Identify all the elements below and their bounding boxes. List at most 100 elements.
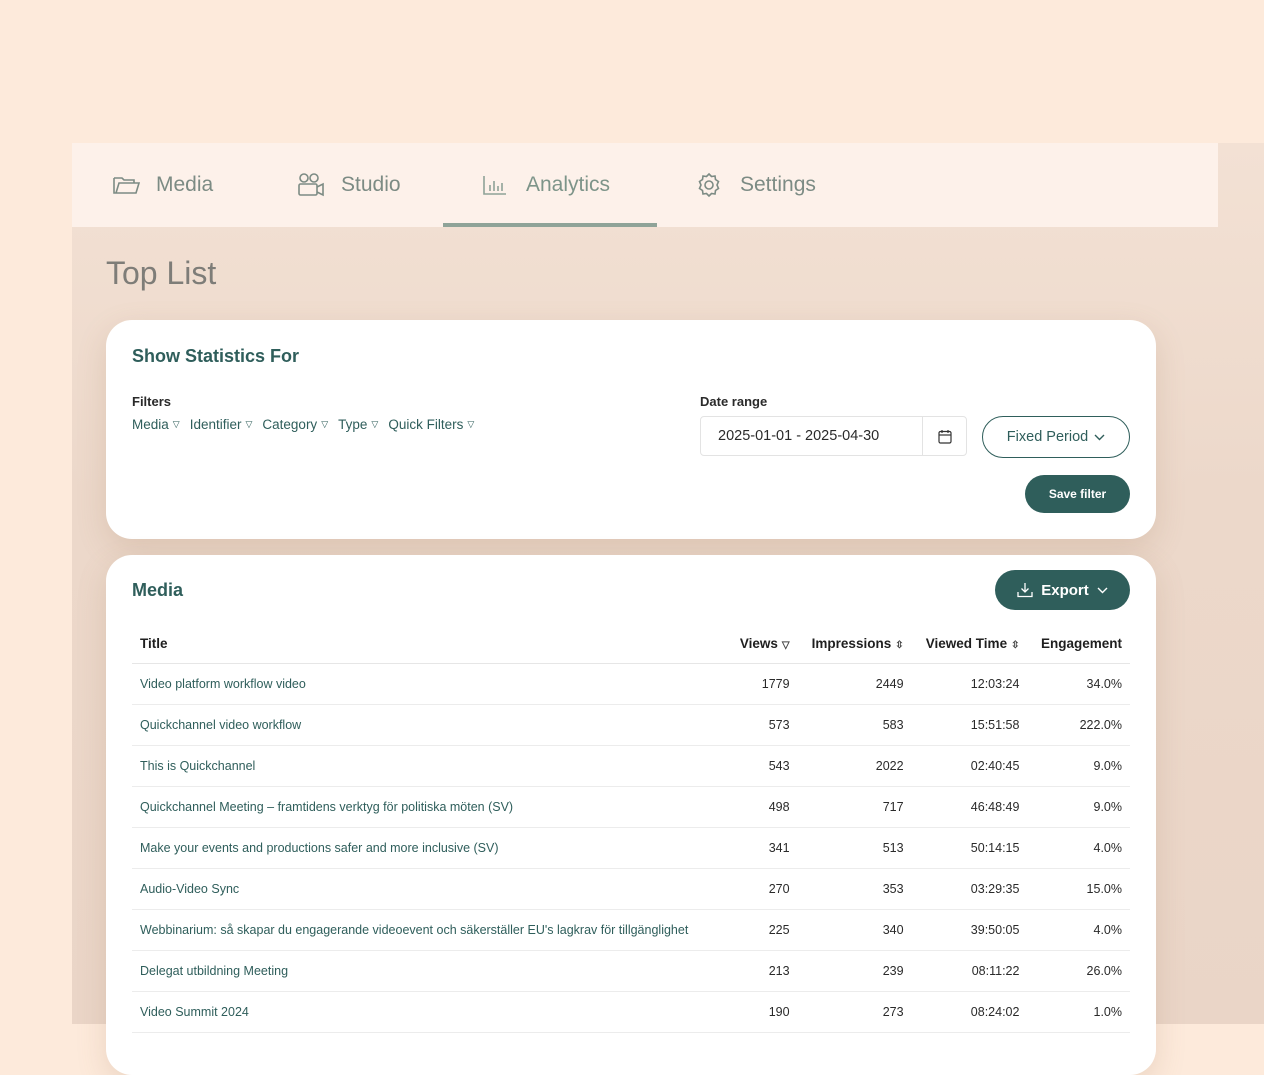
save-filter-button[interactable]: Save filter <box>1025 475 1130 513</box>
media-table-body: Video platform workflow video 1779 2449 12:… <box>132 663 1130 1033</box>
table-row: Quickchannel video workflow 573 583 15:51:5… <box>132 704 1130 746</box>
table-row: Make your events and productions safer a… <box>132 827 1130 869</box>
cell-views: 213 <box>728 950 798 992</box>
cell-title[interactable]: Audio-Video Sync <box>132 868 729 910</box>
column-header-impressions[interactable]: Impressions ⇳ <box>797 623 912 664</box>
cell-viewed-time: 02:40:45 <box>911 745 1028 787</box>
date-range-input[interactable]: 2025-01-01 - 2025-04-30 <box>700 416 967 456</box>
nav-tab-studio-label: Studio <box>341 173 401 196</box>
triangle-down-icon: ▽ <box>172 419 180 429</box>
chevron-down-icon <box>1094 434 1105 440</box>
cell-title[interactable]: Quickchannel video workflow <box>132 704 729 746</box>
filter-quick-filters[interactable]: Quick Filters ▽ <box>388 417 474 432</box>
media-card-title: Media <box>132 580 184 600</box>
cell-engagement: 15.0% <box>1027 868 1130 910</box>
top-nav: Media Studio Analytics Settings <box>72 143 1218 227</box>
nav-tab-media[interactable]: Media <box>112 143 213 227</box>
table-row: Video Summit 2024 190 273 08:24:02 1.0% <box>132 991 1130 1033</box>
sort-both-icon: ⇳ <box>1011 639 1020 651</box>
app-frame: Media Studio Analytics Settings Top List… <box>72 143 1264 1075</box>
video-camera-icon <box>297 172 327 198</box>
column-header-viewed-time[interactable]: Viewed Time ⇳ <box>911 623 1028 664</box>
table-row: This is Quickchannel 543 2022 02:40:45 9.0% <box>132 745 1130 787</box>
statistics-filter-card: Show Statistics For Filters Media ▽ Ident… <box>106 320 1156 539</box>
nav-tab-settings-label: Settings <box>740 173 816 196</box>
filter-media[interactable]: Media ▽ <box>132 417 180 432</box>
cell-viewed-time: 46:48:49 <box>911 786 1028 828</box>
column-header-engagement: Engagement <box>1027 623 1130 664</box>
date-range-label: Date range <box>700 394 768 409</box>
cell-viewed-time: 50:14:15 <box>911 827 1028 869</box>
filter-identifier-label: Identifier <box>189 417 242 432</box>
cell-title[interactable]: Webbinarium: så skapar du engagerande vi… <box>132 909 729 951</box>
filter-identifier[interactable]: Identifier ▽ <box>190 417 253 432</box>
cell-title[interactable]: Video platform workflow video <box>132 663 729 705</box>
cell-views: 498 <box>728 786 798 828</box>
cell-viewed-time: 03:29:35 <box>911 868 1028 910</box>
sort-both-icon: ⇳ <box>895 639 904 651</box>
gear-icon <box>696 172 726 198</box>
cell-engagement: 34.0% <box>1027 663 1130 705</box>
media-table: Title Views ▽ Impressions ⇳ Viewed Time ⇳ E… <box>132 623 1130 1033</box>
cell-views: 1779 <box>728 663 798 705</box>
nav-tab-analytics[interactable]: Analytics <box>482 143 610 227</box>
statistics-card-title: Show Statistics For <box>132 346 300 366</box>
cell-title[interactable]: Make your events and productions safer a… <box>132 827 729 869</box>
nav-tab-studio[interactable]: Studio <box>297 143 401 227</box>
download-icon <box>1017 583 1033 598</box>
export-button[interactable]: Export <box>995 570 1130 610</box>
cell-views: 573 <box>728 704 798 746</box>
table-row: Video platform workflow video 1779 2449 12:… <box>132 663 1130 705</box>
table-row: Webbinarium: så skapar du engagerande vi… <box>132 909 1130 951</box>
triangle-down-icon: ▽ <box>467 419 475 429</box>
column-header-title: Title <box>132 623 729 664</box>
triangle-down-icon: ▽ <box>321 419 329 429</box>
media-card: Media Export Title Views ▽ Impressions ⇳ V… <box>106 555 1156 1075</box>
filter-quick-filters-label: Quick Filters <box>388 417 464 432</box>
cell-engagement: 9.0% <box>1027 745 1130 787</box>
cell-viewed-time: 12:03:24 <box>911 663 1028 705</box>
cell-impressions: 717 <box>797 786 912 828</box>
cell-views: 341 <box>728 827 798 869</box>
cell-engagement: 1.0% <box>1027 991 1130 1033</box>
cell-viewed-time: 08:24:02 <box>911 991 1028 1033</box>
table-header-row: Title Views ▽ Impressions ⇳ Viewed Time ⇳ E… <box>132 623 1130 664</box>
cell-engagement: 9.0% <box>1027 786 1130 828</box>
cell-views: 225 <box>728 909 798 951</box>
calendar-icon[interactable] <box>922 417 966 455</box>
cell-views: 543 <box>728 745 798 787</box>
table-row: Quickchannel Meeting – framtidens verkty… <box>132 786 1130 828</box>
sort-descending-icon: ▽ <box>781 639 790 651</box>
column-header-impressions-label: Impressions <box>811 635 892 651</box>
cell-title[interactable]: Delegat utbildning Meeting <box>132 950 729 992</box>
filter-media-label: Media <box>132 417 169 432</box>
table-row: Delegat utbildning Meeting 213 239 08:11:22… <box>132 950 1130 992</box>
cell-views: 190 <box>728 991 798 1033</box>
cell-viewed-time: 15:51:58 <box>911 704 1028 746</box>
cell-title[interactable]: This is Quickchannel <box>132 745 729 787</box>
fixed-period-dropdown[interactable]: Fixed Period <box>982 416 1130 458</box>
column-header-views[interactable]: Views ▽ <box>728 623 798 664</box>
filter-category[interactable]: Category ▽ <box>262 417 328 432</box>
cell-title[interactable]: Quickchannel Meeting – framtidens verkty… <box>132 786 729 828</box>
cell-impressions: 583 <box>797 704 912 746</box>
cell-engagement: 4.0% <box>1027 909 1130 951</box>
cell-views: 270 <box>728 868 798 910</box>
cell-engagement: 222.0% <box>1027 704 1130 746</box>
bar-chart-icon <box>482 172 512 198</box>
nav-tab-media-label: Media <box>156 173 214 196</box>
fixed-period-label: Fixed Period <box>1006 429 1089 445</box>
triangle-down-icon: ▽ <box>245 419 253 429</box>
cell-viewed-time: 08:11:22 <box>911 950 1028 992</box>
filter-type[interactable]: Type ▽ <box>338 417 378 432</box>
filter-list: Media ▽ Identifier ▽ Category ▽ Type ▽ Quick… <box>132 417 474 432</box>
date-range-value: 2025-01-01 - 2025-04-30 <box>718 428 880 444</box>
nav-tab-analytics-label: Analytics <box>526 173 611 196</box>
column-header-views-label: Views <box>739 635 778 651</box>
page-title: Top List <box>106 255 217 291</box>
cell-title[interactable]: Video Summit 2024 <box>132 991 729 1033</box>
cell-impressions: 273 <box>797 991 912 1033</box>
filter-type-label: Type <box>338 417 368 432</box>
chevron-down-icon <box>1097 587 1108 593</box>
nav-tab-settings[interactable]: Settings <box>696 143 816 227</box>
